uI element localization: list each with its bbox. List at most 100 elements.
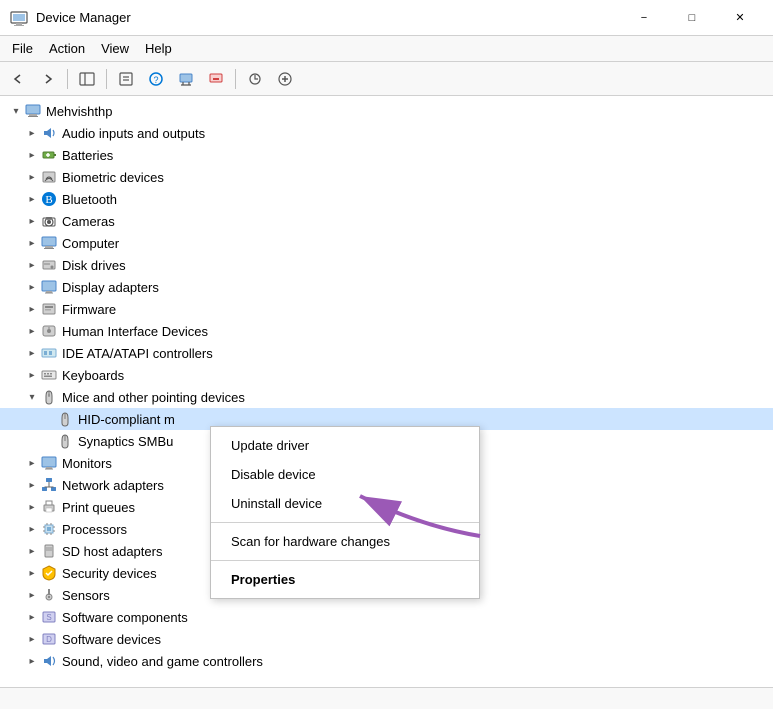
software-dev-expand[interactable]: ▸ [24,631,40,647]
tree-item-keyboards[interactable]: ▸ Keyboards [0,364,773,386]
security-expand[interactable]: ▸ [24,565,40,581]
sensors-expand[interactable]: ▸ [24,587,40,603]
root-label: Mehvishthp [46,104,112,119]
properties-button[interactable] [112,66,140,92]
minimize-button[interactable]: − [621,4,667,32]
bluetooth-icon: B [40,190,58,208]
tree-item-biometric[interactable]: ▸ Biometric devices [0,166,773,188]
computer-icon [24,102,42,120]
context-menu: Update driver Disable device Uninstall d… [210,426,480,599]
hid-expand[interactable]: ▸ [24,323,40,339]
menu-help[interactable]: Help [137,38,180,59]
audio-expand[interactable]: ▸ [24,125,40,141]
tree-item-batteries[interactable]: ▸ Batteries [0,144,773,166]
processors-expand[interactable]: ▸ [24,521,40,537]
biometric-label: Biometric devices [62,170,164,185]
show-hide-pane-button[interactable] [73,66,101,92]
context-update-driver[interactable]: Update driver [211,431,479,460]
firmware-icon [40,300,58,318]
disk-label: Disk drives [62,258,126,273]
print-icon [40,498,58,516]
processors-icon [40,520,58,538]
sound-expand[interactable]: ▸ [24,653,40,669]
sd-expand[interactable]: ▸ [24,543,40,559]
scan-changes-button[interactable] [241,66,269,92]
monitors-icon [40,454,58,472]
cameras-label: Cameras [62,214,115,229]
computer-expand[interactable]: ▸ [24,235,40,251]
cameras-expand[interactable]: ▸ [24,213,40,229]
software-comp-label: Software components [62,610,188,625]
cameras-icon [40,212,58,230]
tree-item-firmware[interactable]: ▸ Firmware [0,298,773,320]
svg-text:S: S [46,613,51,622]
tree-item-bluetooth[interactable]: ▸ B Bluetooth [0,188,773,210]
svg-text:?: ? [153,75,158,85]
disk-expand[interactable]: ▸ [24,257,40,273]
uninstall-button[interactable] [202,66,230,92]
print-expand[interactable]: ▸ [24,499,40,515]
hid-label: Human Interface Devices [62,324,208,339]
print-label: Print queues [62,500,135,515]
batteries-label: Batteries [62,148,113,163]
window-controls: − □ ✕ [621,4,763,32]
menu-action[interactable]: Action [41,38,93,59]
mice-icon [40,388,58,406]
monitors-expand[interactable]: ▸ [24,455,40,471]
context-scan-hardware[interactable]: Scan for hardware changes [211,527,479,556]
keyboards-expand[interactable]: ▸ [24,367,40,383]
tree-item-software-dev[interactable]: ▸ D Software devices [0,628,773,650]
batteries-expand[interactable]: ▸ [24,147,40,163]
toolbar: ? [0,62,773,96]
root-expand[interactable]: ▾ [8,103,24,119]
tree-item-mice[interactable]: ▾ Mice and other pointing devices [0,386,773,408]
disk-icon [40,256,58,274]
sensors-label: Sensors [62,588,110,603]
firmware-label: Firmware [62,302,116,317]
tree-item-disk[interactable]: ▸ Disk drives [0,254,773,276]
maximize-button[interactable]: □ [669,4,715,32]
menu-view[interactable]: View [93,38,137,59]
software-dev-icon: D [40,630,58,648]
close-button[interactable]: ✕ [717,4,763,32]
context-disable-device[interactable]: Disable device [211,460,479,489]
context-uninstall-device[interactable]: Uninstall device [211,489,479,518]
biometric-expand[interactable]: ▸ [24,169,40,185]
menu-file[interactable]: File [4,38,41,59]
back-button[interactable] [4,66,32,92]
biometric-icon [40,168,58,186]
tree-item-sound[interactable]: ▸ Sound, video and game controllers [0,650,773,672]
display-expand[interactable]: ▸ [24,279,40,295]
bluetooth-expand[interactable]: ▸ [24,191,40,207]
tree-item-software-comp[interactable]: ▸ S Software components [0,606,773,628]
mice-expand[interactable]: ▾ [24,389,40,405]
tree-root[interactable]: ▾ Mehvishthp [0,100,773,122]
tree-item-ide[interactable]: ▸ IDE ATA/ATAPI controllers [0,342,773,364]
main-area[interactable]: ▾ Mehvishthp ▸ Audio inputs and outputs [0,96,773,687]
toolbar-sep-3 [235,69,236,89]
menu-bar: File Action View Help [0,36,773,62]
toolbar-sep-1 [67,69,68,89]
monitors-label: Monitors [62,456,112,471]
network-icon [40,476,58,494]
ide-expand[interactable]: ▸ [24,345,40,361]
software-comp-expand[interactable]: ▸ [24,609,40,625]
software-dev-label: Software devices [62,632,161,647]
tree-item-hid[interactable]: ▸ Human Interface Devices [0,320,773,342]
forward-button[interactable] [34,66,62,92]
firmware-expand[interactable]: ▸ [24,301,40,317]
tree-item-audio[interactable]: ▸ Audio inputs and outputs [0,122,773,144]
network-expand[interactable]: ▸ [24,477,40,493]
add-hardware-button[interactable] [271,66,299,92]
context-properties[interactable]: Properties [211,565,479,594]
hid-icon [40,322,58,340]
window-title: Device Manager [36,10,131,25]
bluetooth-label: Bluetooth [62,192,117,207]
help-button[interactable]: ? [142,66,170,92]
tree-item-computer[interactable]: ▸ Computer [0,232,773,254]
sound-label: Sound, video and game controllers [62,654,263,669]
tree-item-display[interactable]: ▸ Display adapters [0,276,773,298]
update-driver-button[interactable] [172,66,200,92]
synaptics-label: Synaptics SMBu [78,434,173,449]
tree-item-cameras[interactable]: ▸ Cameras [0,210,773,232]
